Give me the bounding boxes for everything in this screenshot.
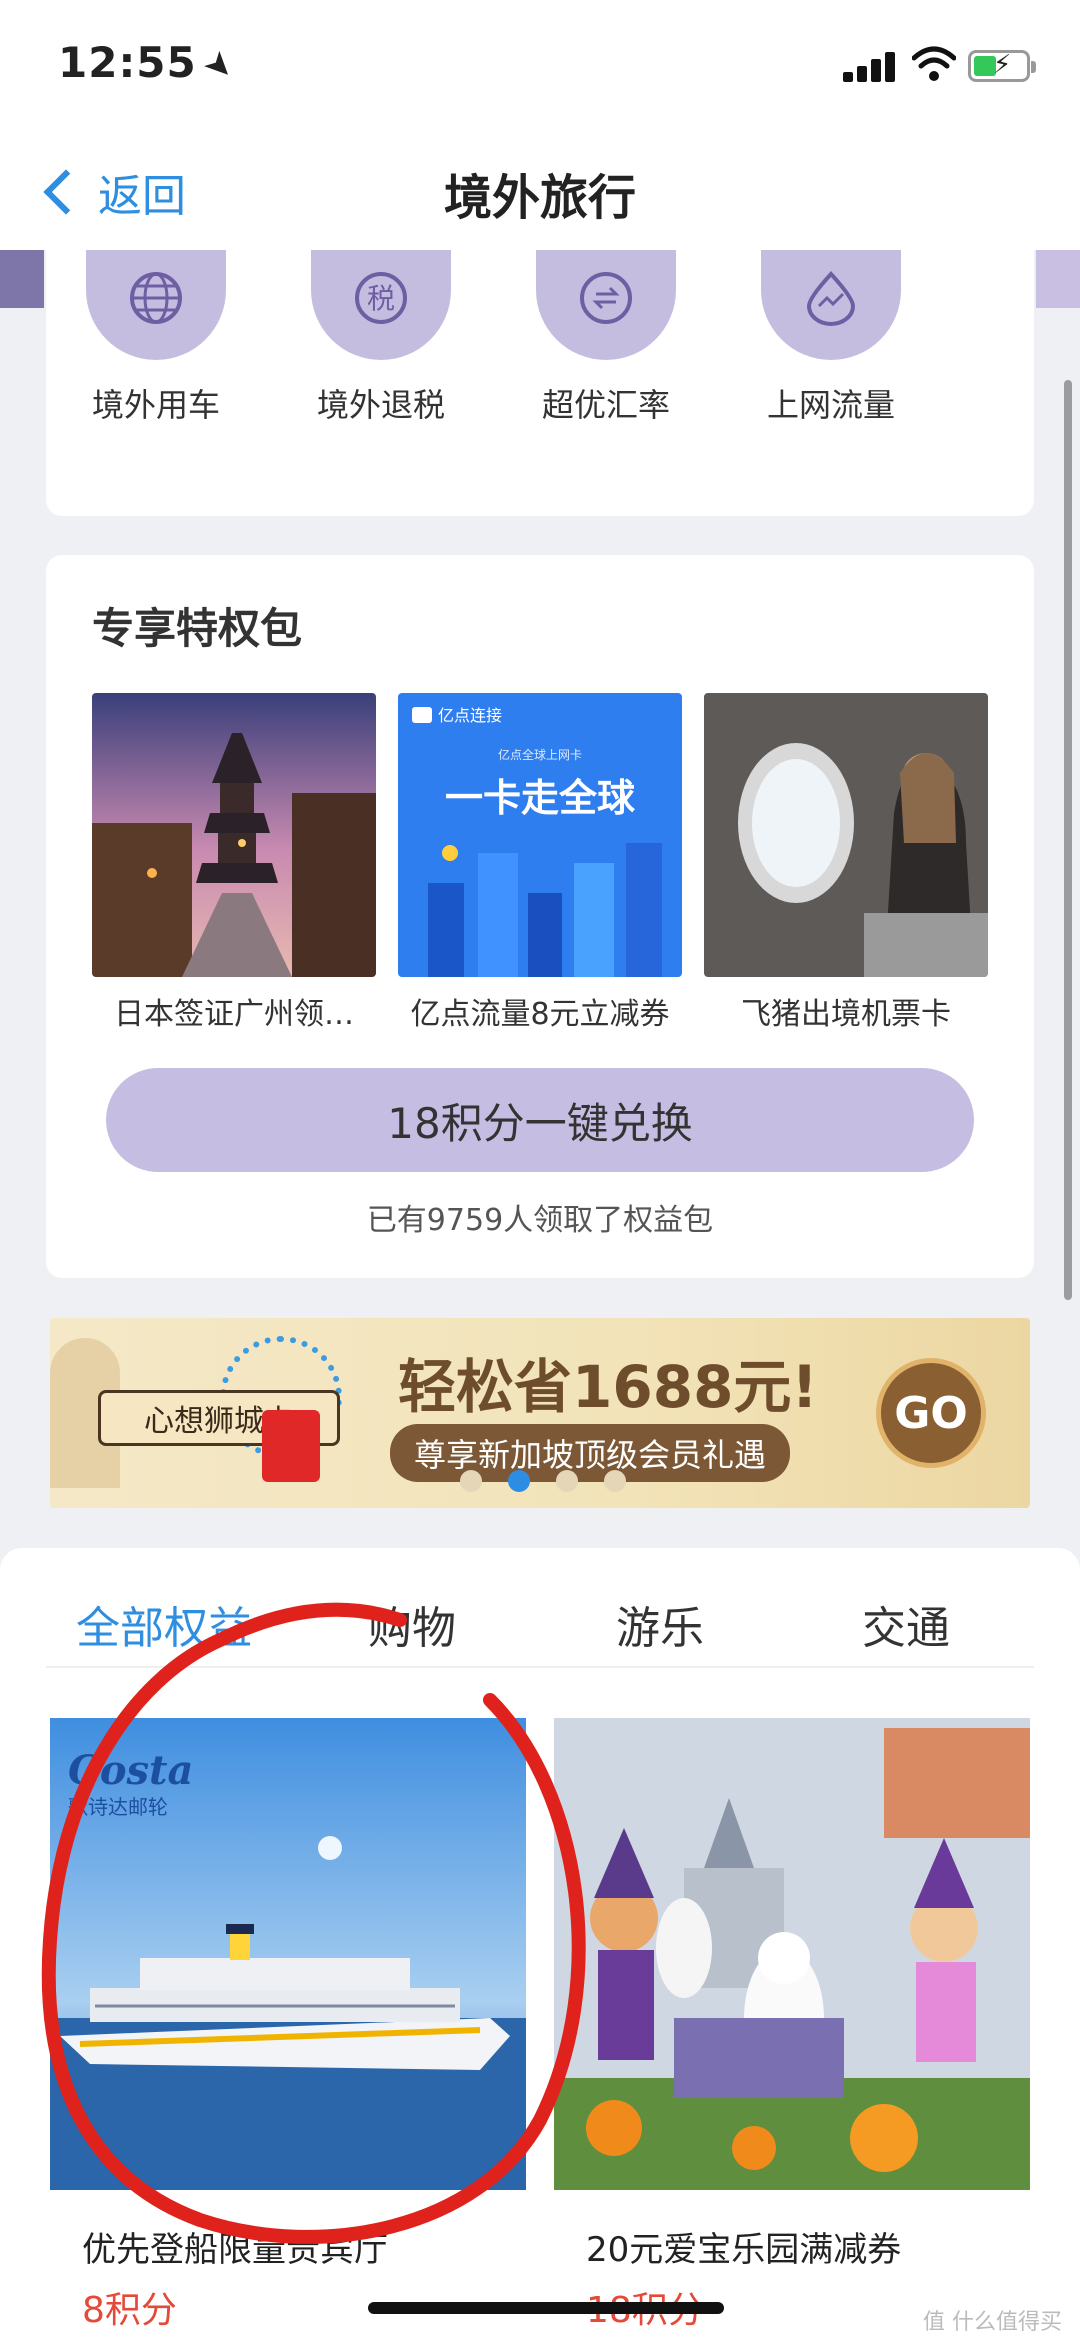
redeem-button[interactable]: 18积分一键兑换 — [106, 1068, 974, 1172]
svg-text:Costa: Costa — [68, 1747, 193, 1794]
airplane-window-image — [704, 693, 988, 977]
quick-link-tax[interactable]: 税 境外退税 — [271, 250, 491, 426]
package-label: 亿点流量8元立减券 — [410, 997, 670, 1032]
promo-banner[interactable]: 心想狮城卡 轻松省1688元! 尊享新加坡顶级会员礼遇 GO — [50, 1318, 1030, 1508]
status-bar: 12:55➤ ⚡ — [0, 0, 1080, 130]
carousel-edge-right — [1036, 250, 1080, 308]
quick-link-label: 境外退税 — [316, 386, 445, 424]
tab-shopping[interactable]: 购物 — [368, 1592, 456, 1656]
home-indicator[interactable] — [368, 2302, 724, 2314]
svg-text:一卡走全球: 一卡走全球 — [445, 776, 636, 820]
banner-title: 轻松省1688元! — [398, 1353, 818, 1421]
halloween-park-image — [554, 1718, 1030, 2190]
carousel-dot[interactable] — [460, 1470, 482, 1492]
page-title: 境外旅行 — [443, 170, 636, 226]
claimed-count-text: 已有9759人领取了权益包 — [366, 1203, 714, 1238]
svg-text:税: 税 — [367, 282, 395, 315]
quick-link-label: 境外用车 — [91, 386, 220, 424]
product-name: 20元爱宝乐园满减券 — [586, 2230, 902, 2270]
svg-text:亿点连接: 亿点连接 — [438, 706, 502, 725]
category-tabs: 全部权益 购物 游乐 交通 — [0, 1592, 1080, 1692]
watermark: 值 什么值得买 — [923, 2310, 1062, 2335]
carousel-dot-active[interactable] — [508, 1470, 530, 1492]
product-name: 优先登船限量贵宾厅 — [82, 2230, 388, 2270]
red-packet-icon — [262, 1410, 320, 1482]
svg-text:亿点全球上网卡: 亿点全球上网卡 — [498, 747, 582, 762]
quick-link-data[interactable]: 上网流量 — [721, 250, 941, 426]
quick-link-exchange[interactable]: 超优汇率 — [496, 250, 716, 426]
global-sim-image: 亿点连接 亿点全球上网卡 一卡走全球 — [398, 693, 682, 977]
carousel-dots — [460, 1470, 626, 1492]
quick-link-car[interactable]: 境外用车 — [46, 250, 266, 426]
cruise-ship-image: Costa 歌诗达邮轮 — [50, 1718, 526, 2190]
package-label: 日本签证广州领… — [114, 997, 354, 1032]
package-item-data-coupon[interactable]: 亿点连接 亿点全球上网卡 一卡走全球 亿点流量8元立减券 — [398, 693, 682, 1033]
go-button[interactable]: GO — [876, 1358, 986, 1468]
svg-text:歌诗达邮轮: 歌诗达邮轮 — [68, 1795, 168, 1819]
tab-transport[interactable]: 交通 — [862, 1592, 950, 1656]
package-item-visa[interactable]: 日本签证广州领… — [92, 693, 376, 1033]
exchange-rate-icon — [536, 250, 676, 360]
section-title: 专享特权包 — [92, 604, 303, 653]
data-traffic-icon — [761, 250, 901, 360]
tab-all[interactable]: 全部权益 — [76, 1592, 252, 1656]
wifi-icon — [912, 46, 956, 81]
product-card-cruise[interactable]: Costa 歌诗达邮轮 优先登船限量贵宾厅 8积分 — [50, 1718, 526, 2333]
status-time: 12:55➤ — [58, 38, 244, 91]
carousel-dot[interactable] — [604, 1470, 626, 1492]
globe-icon — [86, 250, 226, 360]
carousel-edge-left — [0, 250, 44, 308]
package-label: 飞猪出境机票卡 — [741, 997, 951, 1032]
carousel-dot[interactable] — [556, 1470, 578, 1492]
battery-icon: ⚡ — [968, 50, 1036, 82]
quick-link-label: 上网流量 — [766, 386, 895, 424]
privilege-package-card: 专享特权包 日本签证广州领… 亿点连接 亿点全球上网卡 一卡走全球 亿点流量8元… — [46, 555, 1034, 1278]
quick-link-label: 超优汇率 — [541, 386, 670, 424]
quick-links-card: 境外用车 税 境外退税 超优汇率 上网流量 — [46, 250, 1034, 516]
scrollbar[interactable] — [1064, 380, 1072, 1300]
cellular-signal-icon — [843, 50, 897, 82]
location-arrow-icon: ➤ — [194, 41, 245, 91]
kyoto-street-image — [92, 693, 376, 977]
tab-divider — [46, 1666, 1034, 1668]
benefits-section: 全部权益 购物 游乐 交通 Costa 歌诗达邮轮 优先登船限量贵宾厅 8积分 … — [0, 1548, 1080, 2337]
package-item-flight-card[interactable]: 飞猪出境机票卡 — [704, 693, 988, 1033]
time-text: 12:55 — [58, 38, 197, 87]
nav-bar: 返回 境外旅行 — [0, 130, 1080, 250]
tab-entertainment[interactable]: 游乐 — [616, 1592, 704, 1656]
product-card-everland[interactable]: 20元爱宝乐园满减券 18积分 — [554, 1718, 1030, 2333]
tax-refund-icon: 税 — [311, 250, 451, 360]
